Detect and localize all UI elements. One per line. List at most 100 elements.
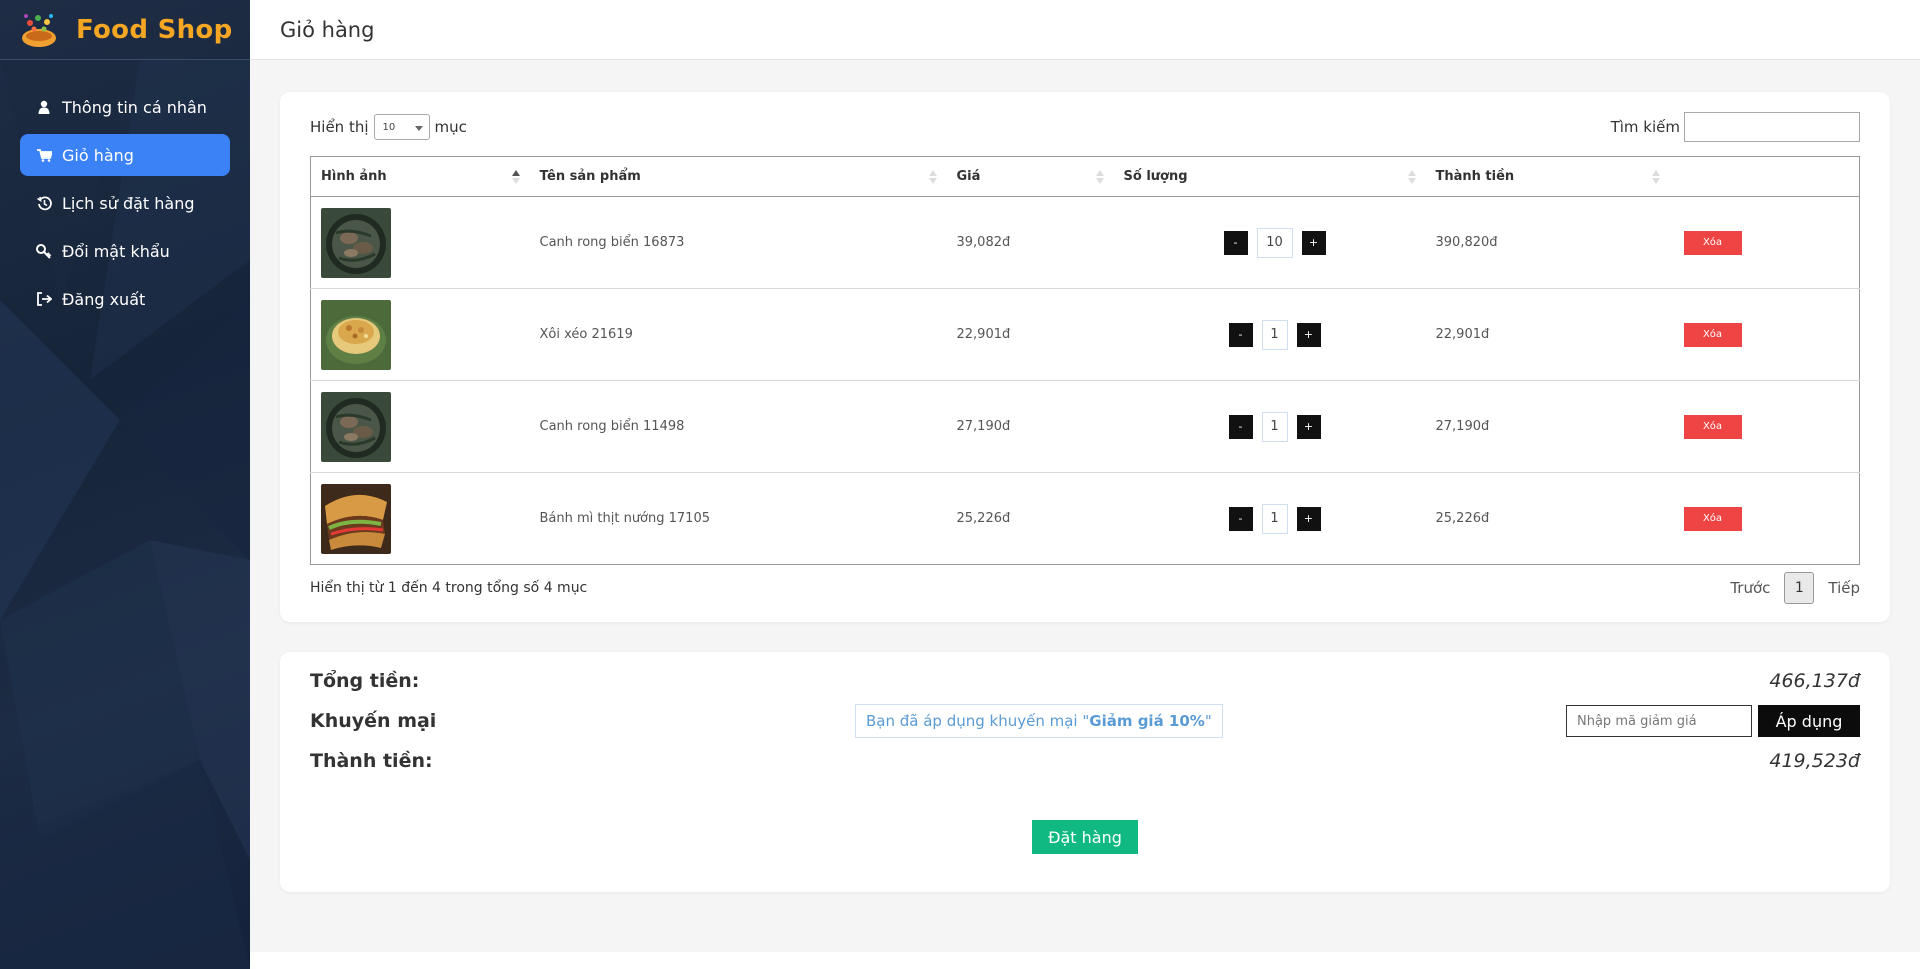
- increase-button[interactable]: +: [1301, 230, 1326, 255]
- quantity-input[interactable]: 10: [1256, 227, 1293, 258]
- quantity-stepper: - 1 +: [1124, 319, 1426, 350]
- total-row: Tổng tiền: 466,137đ: [310, 664, 1860, 698]
- main-content: Giỏ hàng Hiển thị 10 mục Tìm kiếm Hình ả…: [250, 0, 1920, 952]
- sidebar-item-change-password[interactable]: Đổi mật khẩu: [20, 230, 230, 272]
- sidebar: Food Shop Thông tin cá nhân Giỏ hàng Lịc…: [0, 0, 250, 969]
- decrease-button[interactable]: -: [1228, 414, 1253, 439]
- sidebar-item-label: Thông tin cá nhân: [62, 97, 207, 117]
- table-controls: Hiển thị 10 mục Tìm kiếm: [310, 112, 1860, 142]
- history-icon: [34, 193, 54, 213]
- table-row: Canh rong biển 16873 39,082đ - 10 + 390,…: [310, 196, 1860, 289]
- increase-button[interactable]: +: [1296, 322, 1321, 347]
- banh-mi-image: [321, 483, 391, 554]
- promo-code-input[interactable]: Nhập mã giảm giá: [1566, 705, 1752, 737]
- total-label: Tổng tiền:: [310, 670, 420, 692]
- cell-actions: Xóa: [1669, 196, 1860, 289]
- cell-subtotal: 22,901đ: [1425, 288, 1670, 381]
- final-total-row: Thành tiền: 419,523đ: [310, 744, 1860, 778]
- search-input[interactable]: [1684, 112, 1860, 142]
- sidebar-item-label: Đăng xuất: [62, 289, 146, 309]
- increase-button[interactable]: +: [1296, 506, 1321, 531]
- decrease-button[interactable]: -: [1223, 230, 1248, 255]
- sidebar-item-label: Đổi mật khẩu: [62, 241, 170, 261]
- column-header-quantity[interactable]: Số lượng: [1113, 156, 1426, 197]
- final-total-label: Thành tiền:: [310, 750, 433, 772]
- column-header-image[interactable]: Hình ảnh: [310, 156, 530, 197]
- cell-actions: Xóa: [1669, 288, 1860, 381]
- cell-image: [310, 472, 530, 565]
- cell-image: [310, 196, 530, 289]
- column-header-price[interactable]: Giá: [946, 156, 1114, 197]
- table-row: Xôi xéo 21619 22,901đ - 1 + 22,901đ Xóa: [310, 288, 1860, 381]
- cart-icon: [34, 145, 54, 165]
- cell-quantity: - 1 +: [1113, 472, 1426, 565]
- cell-subtotal: 25,226đ: [1425, 472, 1670, 565]
- logout-icon: [34, 289, 54, 309]
- column-header-actions: [1669, 156, 1860, 197]
- delete-button[interactable]: Xóa: [1683, 230, 1742, 255]
- cell-image: [310, 288, 530, 381]
- table-header-row: Hình ảnh Tên sản phẩm Giá Số lượng Thành…: [310, 156, 1860, 197]
- sidebar-item-cart[interactable]: Giỏ hàng: [20, 134, 230, 176]
- chevron-down-icon: [414, 126, 423, 131]
- pagination-prev[interactable]: Trước: [1730, 579, 1770, 597]
- promo-code-form: Nhập mã giảm giá Áp dụng: [1566, 705, 1860, 737]
- quantity-stepper: - 1 +: [1124, 503, 1426, 534]
- cell-image: [310, 380, 530, 473]
- search-label: Tìm kiếm: [1610, 118, 1680, 136]
- sort-icon: [1095, 170, 1104, 184]
- pagination: Trước 1 Tiếp: [1730, 572, 1860, 604]
- promotion-name: Giảm giá 10%: [1089, 712, 1205, 730]
- column-header-subtotal[interactable]: Thành tiền: [1425, 156, 1670, 197]
- delete-button[interactable]: Xóa: [1683, 322, 1742, 347]
- quantity-stepper: - 10 +: [1124, 227, 1426, 258]
- cell-subtotal: 27,190đ: [1425, 380, 1670, 473]
- quantity-input[interactable]: 1: [1261, 411, 1288, 442]
- cell-price: 25,226đ: [946, 472, 1114, 565]
- cell-price: 22,901đ: [946, 288, 1114, 381]
- sidebar-item-label: Giỏ hàng: [62, 145, 134, 165]
- decrease-button[interactable]: -: [1228, 322, 1253, 347]
- page-title: Giỏ hàng: [280, 17, 375, 42]
- length-prefix: Hiển thị: [310, 118, 369, 136]
- final-total-value: 419,523đ: [1769, 750, 1860, 772]
- pagination-page-1[interactable]: 1: [1784, 572, 1815, 604]
- page-length-select[interactable]: 10: [373, 114, 430, 140]
- place-order-button[interactable]: Đặt hàng: [1032, 820, 1138, 854]
- cell-quantity: - 10 +: [1113, 196, 1426, 289]
- table-row: Bánh mì thịt nướng 17105 25,226đ - 1 + 2…: [310, 472, 1860, 565]
- brand-title: Food Shop: [76, 14, 233, 45]
- decrease-button[interactable]: -: [1228, 506, 1253, 531]
- quantity-input[interactable]: 1: [1261, 319, 1288, 350]
- user-icon: [34, 97, 54, 117]
- page-header: Giỏ hàng: [250, 0, 1920, 60]
- table-footer: Hiển thị từ 1 đến 4 trong tổng số 4 mục …: [310, 572, 1860, 604]
- cell-price: 39,082đ: [946, 196, 1114, 289]
- increase-button[interactable]: +: [1296, 414, 1321, 439]
- column-header-name[interactable]: Tên sản phẩm: [529, 156, 947, 197]
- table-row: Canh rong biển 11498 27,190đ - 1 + 27,19…: [310, 380, 1860, 473]
- brand[interactable]: Food Shop: [0, 0, 250, 60]
- seaweed-soup-image: [321, 391, 391, 462]
- sort-icon: [1651, 170, 1660, 184]
- xoi-xeo-image: [321, 299, 391, 370]
- apply-promo-button[interactable]: Áp dụng: [1758, 705, 1860, 737]
- delete-button[interactable]: Xóa: [1683, 506, 1742, 531]
- sort-asc-icon: [511, 170, 520, 184]
- cell-subtotal: 390,820đ: [1425, 196, 1670, 289]
- bottom-strip: [250, 952, 1920, 969]
- total-value: 466,137đ: [1769, 670, 1860, 692]
- page-length-control: Hiển thị 10 mục: [310, 114, 467, 140]
- promotion-label: Khuyến mại: [310, 710, 437, 732]
- sort-icon: [1407, 170, 1416, 184]
- sidebar-item-profile[interactable]: Thông tin cá nhân: [20, 86, 230, 128]
- cell-product-name: Bánh mì thịt nướng 17105: [529, 472, 947, 565]
- sidebar-item-order-history[interactable]: Lịch sử đặt hàng: [20, 182, 230, 224]
- sidebar-item-label: Lịch sử đặt hàng: [62, 193, 195, 213]
- quantity-input[interactable]: 1: [1261, 503, 1288, 534]
- pagination-next[interactable]: Tiếp: [1828, 579, 1860, 597]
- delete-button[interactable]: Xóa: [1683, 414, 1742, 439]
- quantity-stepper: - 1 +: [1124, 411, 1426, 442]
- sidebar-item-logout[interactable]: Đăng xuất: [20, 278, 230, 320]
- cell-quantity: - 1 +: [1113, 288, 1426, 381]
